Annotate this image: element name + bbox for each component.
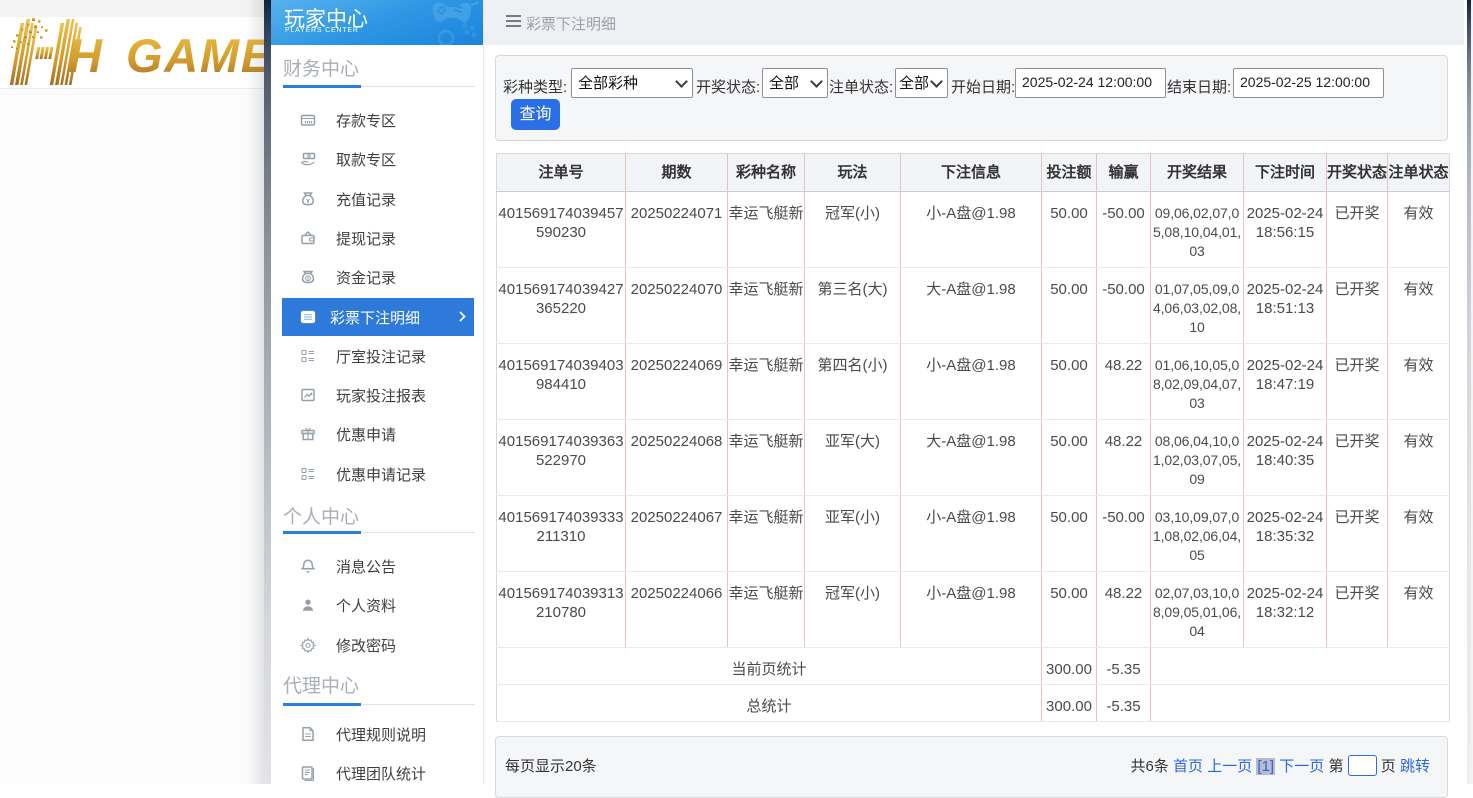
svg-text:HGAME: HGAME — [68, 29, 264, 82]
